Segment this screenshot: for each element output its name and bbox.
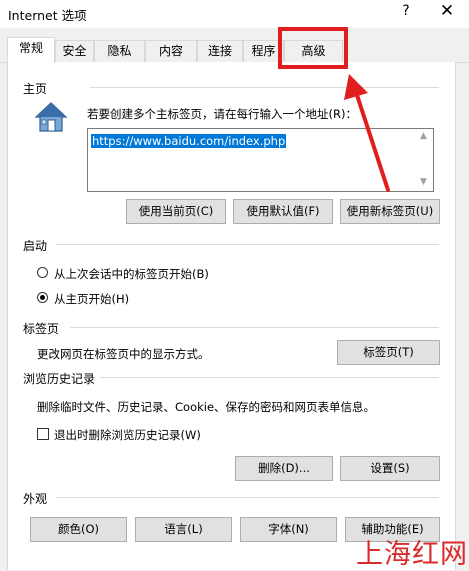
history-description: 删除临时文件、历史记录、Cookie、保存的密码和网页表单信息。 — [37, 400, 376, 414]
watermark-logo: 上海红网 — [356, 539, 468, 570]
startup-separator — [56, 244, 439, 245]
tabs-section-title: 标签页 — [23, 322, 60, 336]
advanced-tab-highlight-box — [278, 27, 348, 69]
languages-button[interactable]: 语言(L) — [135, 517, 232, 542]
startup-section-title: 启动 — [23, 239, 48, 253]
appearance-separator — [56, 497, 439, 498]
delete-on-exit-label[interactable]: 退出时删除浏览历史记录(W) — [54, 427, 201, 443]
window-title: Internet 选项 — [8, 8, 87, 23]
home-instruction: 若要创建多个主标签页，请在每行输入一个地址(R)： — [87, 107, 357, 121]
startup-home-label[interactable]: 从主页开始(H) — [54, 291, 129, 307]
home-section-title: 主页 — [23, 82, 48, 96]
history-section-title: 浏览历史记录 — [23, 372, 96, 386]
startup-home-radio[interactable] — [37, 292, 48, 303]
scroll-up-icon[interactable]: ▲ — [420, 131, 427, 141]
help-button[interactable]: ? — [398, 3, 414, 21]
colors-button[interactable]: 颜色(O) — [30, 517, 127, 542]
tabs-separator — [70, 327, 439, 328]
home-url-text: https://www.baidu.com/index.php — [91, 134, 287, 148]
annotation-arrow-icon — [344, 74, 390, 192]
close-button[interactable]: ✕ — [436, 1, 458, 23]
use-default-button[interactable]: 使用默认值(F) — [233, 199, 333, 224]
startup-last-session-label[interactable]: 从上次会话中的标签页开始(B) — [54, 266, 209, 282]
fonts-button[interactable]: 字体(N) — [240, 517, 337, 542]
history-separator — [100, 377, 439, 378]
tab-privacy[interactable]: 隐私 — [94, 40, 145, 62]
delete-on-exit-checkbox[interactable] — [37, 428, 49, 440]
use-new-tab-button[interactable]: 使用新标签页(U) — [340, 199, 440, 224]
tab-security[interactable]: 安全 — [55, 40, 94, 62]
startup-last-session-radio[interactable] — [37, 267, 48, 278]
scroll-down-icon[interactable]: ▼ — [420, 177, 427, 187]
tabs-description: 更改网页在标签页中的显示方式。 — [37, 347, 210, 361]
tab-general[interactable]: 常规 — [7, 37, 55, 63]
use-current-button[interactable]: 使用当前页(C) — [126, 199, 226, 224]
appearance-section-title: 外观 — [23, 492, 48, 506]
tab-content[interactable]: 内容 — [145, 40, 197, 62]
title-bar: Internet 选项 ? ✕ — [0, 0, 469, 28]
house-icon — [34, 102, 68, 132]
history-settings-button[interactable]: 设置(S) — [340, 456, 440, 481]
delete-history-button[interactable]: 删除(D)... — [235, 456, 333, 481]
tabs-settings-button[interactable]: 标签页(T) — [337, 340, 440, 365]
tab-connections[interactable]: 连接 — [197, 40, 243, 62]
